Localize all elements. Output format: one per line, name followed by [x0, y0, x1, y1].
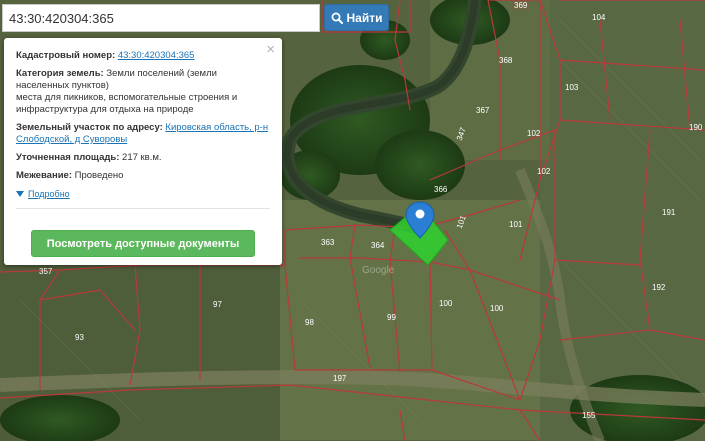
- parcel-label: 103: [565, 83, 579, 92]
- parcel-label: 99: [387, 313, 396, 322]
- category-value: места для пикников, вспомогательные стро…: [16, 92, 238, 103]
- category-row: Категория земель: Земли поселений (земли…: [16, 68, 270, 116]
- survey-value: Проведено: [74, 170, 124, 181]
- svg-text:93: 93: [75, 333, 84, 342]
- parcel-label: 97: [213, 300, 222, 309]
- parcel-label: 369: [511, 0, 529, 10]
- svg-text:191: 191: [662, 208, 676, 217]
- details-toggle[interactable]: Подробно: [16, 188, 270, 200]
- parcel-label: 368: [499, 56, 513, 65]
- area-label: Уточненная площадь:: [16, 152, 120, 163]
- svg-text:190: 190: [689, 123, 703, 132]
- svg-text:102: 102: [537, 167, 551, 176]
- map-watermark: Google: [362, 265, 395, 276]
- search-icon: [331, 12, 343, 24]
- parcel-label: 102: [537, 167, 551, 176]
- category-value: инфраструктура для отдыха на природе: [16, 104, 194, 115]
- svg-text:197: 197: [333, 374, 347, 383]
- address-row: Земельный участок по адресу: Кировская о…: [16, 122, 270, 146]
- svg-text:357: 357: [39, 267, 53, 276]
- svg-text:103: 103: [565, 83, 579, 92]
- svg-text:366: 366: [434, 185, 448, 194]
- svg-text:363: 363: [321, 238, 335, 247]
- parcel-label: 192: [652, 283, 666, 292]
- category-label: Категория земель:: [16, 68, 104, 79]
- cadastral-link[interactable]: 43:30:420304:365: [118, 50, 195, 61]
- parcel-label: 364: [371, 241, 385, 250]
- cadastral-row: Кадастровый номер: 43:30:420304:365: [16, 50, 270, 62]
- svg-text:192: 192: [652, 283, 666, 292]
- parcel-label: 100: [439, 299, 453, 308]
- svg-text:97: 97: [213, 300, 222, 309]
- details-link[interactable]: Подробно: [28, 188, 70, 200]
- svg-text:102: 102: [527, 129, 541, 138]
- category-value: Земли поселений (земли: [106, 68, 217, 79]
- parcel-label: 363: [321, 238, 335, 247]
- cadastral-label: Кадастровый номер:: [16, 50, 116, 61]
- svg-text:368: 368: [499, 56, 513, 65]
- search-button-label: Найти: [346, 10, 383, 25]
- divider: [16, 208, 270, 209]
- caret-down-icon: [16, 191, 24, 197]
- svg-text:100: 100: [439, 299, 453, 308]
- close-icon[interactable]: ×: [266, 42, 275, 57]
- parcel-label: 104: [592, 13, 606, 22]
- parcel-label: 366: [434, 185, 448, 194]
- svg-text:104: 104: [592, 13, 606, 22]
- view-documents-button[interactable]: Посмотреть доступные документы: [31, 230, 255, 257]
- survey-label: Межевание:: [16, 170, 72, 181]
- category-value: населенных пунктов): [16, 80, 109, 91]
- address-link[interactable]: Слободской, д Суворовы: [16, 134, 127, 145]
- area-value: 217 кв.м.: [122, 152, 162, 163]
- svg-text:369: 369: [514, 1, 528, 10]
- area-row: Уточненная площадь: 217 кв.м.: [16, 152, 270, 164]
- parcel-label: 98: [305, 318, 314, 327]
- parcel-label: 93: [75, 333, 84, 342]
- svg-text:100: 100: [490, 304, 504, 313]
- parcel-label: 357: [39, 267, 53, 276]
- svg-text:155: 155: [582, 411, 596, 420]
- parcel-label: 155: [582, 411, 596, 420]
- svg-text:364: 364: [371, 241, 385, 250]
- svg-text:99: 99: [387, 313, 396, 322]
- parcel-label: 190: [689, 123, 703, 132]
- svg-text:101: 101: [509, 220, 523, 229]
- svg-text:98: 98: [305, 318, 314, 327]
- search-input[interactable]: [2, 4, 320, 32]
- survey-row: Межевание: Проведено: [16, 170, 270, 182]
- search-button[interactable]: Найти: [324, 4, 389, 31]
- address-label: Земельный участок по адресу:: [16, 122, 163, 133]
- parcel-info-popup: × Кадастровый номер: 43:30:420304:365 Ка…: [4, 38, 282, 265]
- parcel-label: 102: [527, 129, 541, 138]
- parcel-label: 191: [662, 208, 676, 217]
- parcel-label: 101: [509, 220, 523, 229]
- address-link[interactable]: Кировская область, р-н: [165, 122, 268, 133]
- parcel-label: 367: [476, 106, 490, 115]
- parcel-label: 100: [490, 304, 504, 313]
- svg-text:367: 367: [476, 106, 490, 115]
- parcel-label: 197: [333, 374, 347, 383]
